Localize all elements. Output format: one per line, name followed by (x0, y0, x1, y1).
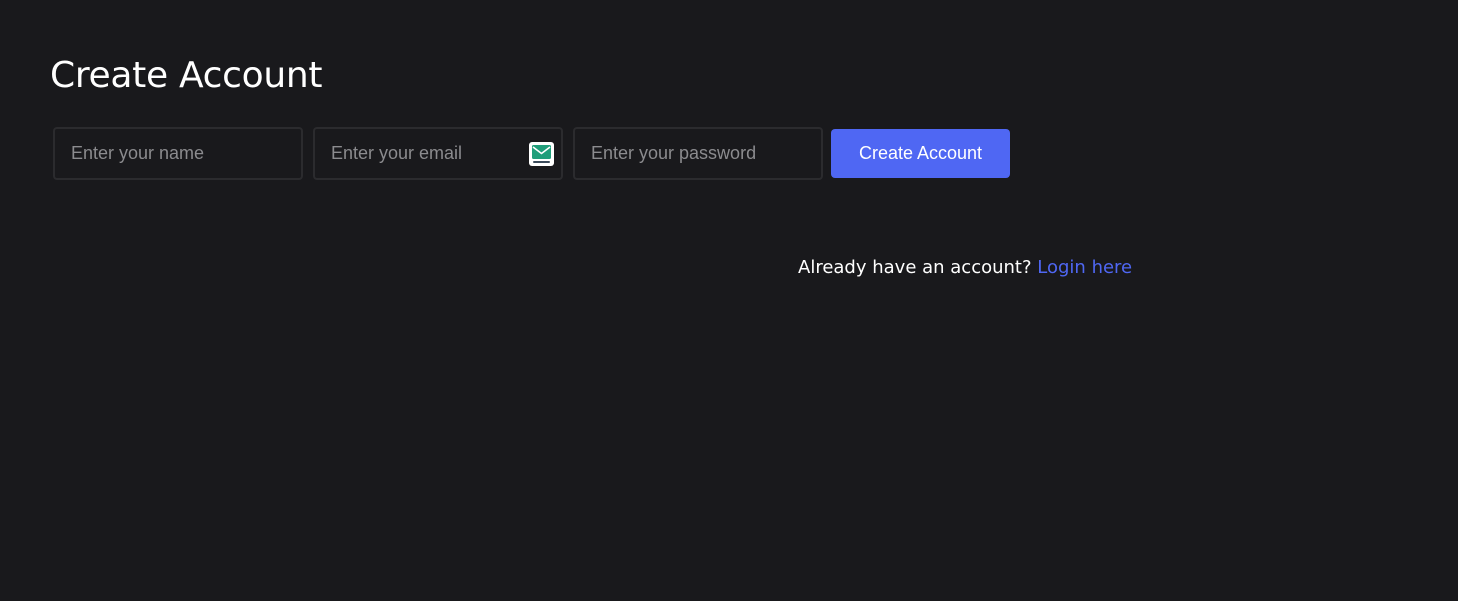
signup-form: Create Account (53, 127, 1010, 180)
create-account-button[interactable]: Create Account (831, 129, 1010, 178)
login-prompt: Already have an account? Login here (798, 256, 1132, 280)
login-link[interactable]: Login here (1037, 257, 1132, 278)
envelope-icon (532, 145, 551, 163)
signup-page: Create Account Create Account Already ha… (0, 0, 1458, 601)
name-input[interactable] (55, 129, 301, 178)
email-input[interactable] (315, 129, 561, 178)
password-input[interactable] (575, 129, 821, 178)
email-field (313, 127, 563, 180)
password-field (573, 127, 823, 180)
temp-mail-envelope-icon[interactable] (529, 142, 554, 166)
name-field (53, 127, 303, 180)
page-title: Create Account (50, 55, 323, 96)
login-prompt-text: Already have an account? (798, 257, 1032, 278)
